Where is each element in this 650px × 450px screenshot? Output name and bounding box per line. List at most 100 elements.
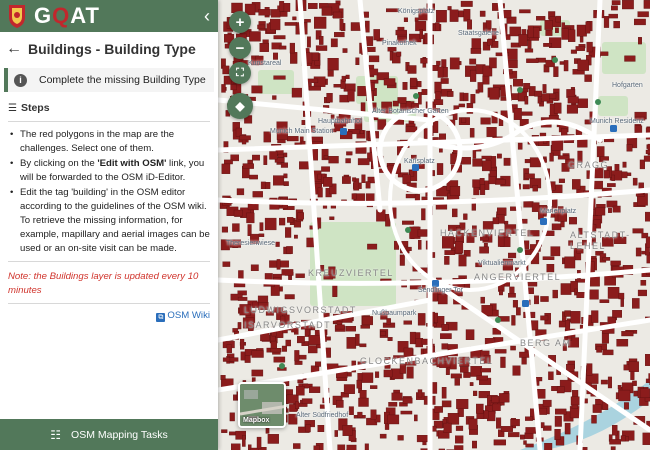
- building-polygon: [577, 138, 588, 148]
- zoom-in-button[interactable]: +: [229, 11, 251, 33]
- building-polygon: [308, 3, 318, 9]
- building-polygon: [511, 315, 516, 326]
- building-polygon: [251, 350, 264, 358]
- building-polygon: [290, 52, 298, 64]
- building-polygon: [643, 155, 650, 162]
- collapse-sidebar-button[interactable]: ‹: [204, 6, 210, 27]
- building-polygon: [277, 153, 285, 158]
- building-polygon: [520, 434, 525, 440]
- building-polygon: [452, 208, 458, 218]
- building-polygon: [496, 417, 502, 429]
- building-polygon: [386, 8, 399, 13]
- building-polygon: [467, 19, 472, 30]
- building-polygon: [341, 75, 346, 82]
- building-polygon: [564, 422, 571, 435]
- building-polygon: [454, 241, 464, 254]
- building-polygon: [632, 380, 637, 386]
- poi-marker-icon: [405, 227, 411, 233]
- building-polygon: [613, 21, 620, 29]
- building-polygon: [236, 188, 245, 196]
- building-polygon: [233, 209, 243, 217]
- building-polygon: [436, 60, 441, 66]
- building-polygon: [230, 443, 241, 450]
- mapping-tasks-label: OSM Mapping Tasks: [71, 428, 168, 441]
- building-polygon: [435, 91, 441, 100]
- zoom-out-button[interactable]: −: [229, 37, 251, 59]
- basemap-switcher[interactable]: Mapbox: [238, 382, 286, 428]
- park-area: [602, 42, 646, 74]
- building-polygon: [459, 92, 464, 102]
- building-polygon: [554, 415, 562, 427]
- building-polygon: [272, 95, 277, 100]
- building-polygon: [458, 103, 465, 108]
- back-arrow-icon[interactable]: ←: [6, 40, 22, 58]
- building-polygon: [640, 280, 647, 286]
- building-polygon: [485, 20, 492, 30]
- building-polygon: [230, 84, 237, 91]
- building-polygon: [313, 445, 321, 450]
- building-polygon: [470, 94, 476, 104]
- building-polygon: [387, 337, 393, 341]
- app-logo-text: GQAT: [34, 3, 100, 28]
- building-polygon: [280, 260, 289, 268]
- building-polygon: [444, 250, 456, 255]
- building-polygon: [337, 444, 346, 450]
- building-polygon: [284, 294, 295, 300]
- minus-icon: −: [235, 39, 245, 57]
- building-polygon: [637, 11, 649, 18]
- building-polygon: [285, 339, 292, 347]
- building-polygon: [595, 207, 606, 216]
- building-polygon: [609, 439, 622, 445]
- building-polygon: [346, 444, 357, 450]
- fullscreen-button[interactable]: ⛶: [229, 62, 251, 84]
- building-polygon: [298, 354, 307, 360]
- building-polygon: [370, 409, 377, 420]
- task-list-icon: ☷: [50, 427, 62, 442]
- building-polygon: [628, 361, 639, 372]
- building-polygon: [315, 45, 328, 51]
- building-polygon: [223, 159, 233, 165]
- building-polygon: [242, 163, 254, 169]
- building-polygon: [512, 300, 518, 308]
- map-label: Hauptbahnhof: [318, 118, 362, 125]
- building-polygon: [570, 311, 581, 324]
- building-polygon: [291, 87, 302, 98]
- building-polygon: [607, 183, 616, 187]
- building-polygon: [541, 93, 550, 102]
- map-label: Viktualienmarkt: [478, 260, 526, 267]
- building-polygon: [642, 432, 650, 445]
- layers-button[interactable]: ◆: [227, 93, 253, 119]
- building-polygon: [480, 296, 485, 304]
- building-polygon: [239, 339, 245, 350]
- building-polygon: [575, 46, 585, 51]
- building-polygon: [589, 276, 600, 287]
- building-polygon: [327, 70, 334, 77]
- checklist-icon: ☰: [8, 102, 17, 114]
- building-polygon: [523, 201, 534, 208]
- poi-marker-icon: [595, 99, 601, 105]
- task-text: Complete the missing Building Type: [39, 74, 206, 86]
- building-polygon: [348, 406, 354, 416]
- building-polygon: [567, 96, 579, 104]
- building-polygon: [273, 356, 286, 363]
- building-polygon: [517, 142, 523, 150]
- building-polygon: [273, 75, 286, 80]
- building-polygon: [399, 254, 405, 266]
- osm-wiki-link[interactable]: ⧉ OSM Wiki: [156, 310, 210, 322]
- park-area: [310, 222, 396, 306]
- building-polygon: [352, 177, 357, 182]
- building-polygon: [342, 176, 351, 184]
- building-polygon: [458, 254, 467, 267]
- building-polygon: [510, 345, 516, 351]
- building-polygon: [239, 135, 251, 141]
- task-banner: i Complete the missing Building Type: [4, 68, 214, 92]
- building-polygon: [440, 78, 449, 84]
- building-polygon: [301, 398, 313, 404]
- building-polygon: [328, 155, 339, 164]
- building-polygon: [543, 43, 552, 47]
- building-polygon: [417, 313, 426, 326]
- building-polygon: [542, 84, 547, 94]
- building-polygon: [409, 331, 416, 345]
- mapping-tasks-button[interactable]: ☷ OSM Mapping Tasks: [0, 419, 218, 450]
- building-polygon: [436, 9, 447, 23]
